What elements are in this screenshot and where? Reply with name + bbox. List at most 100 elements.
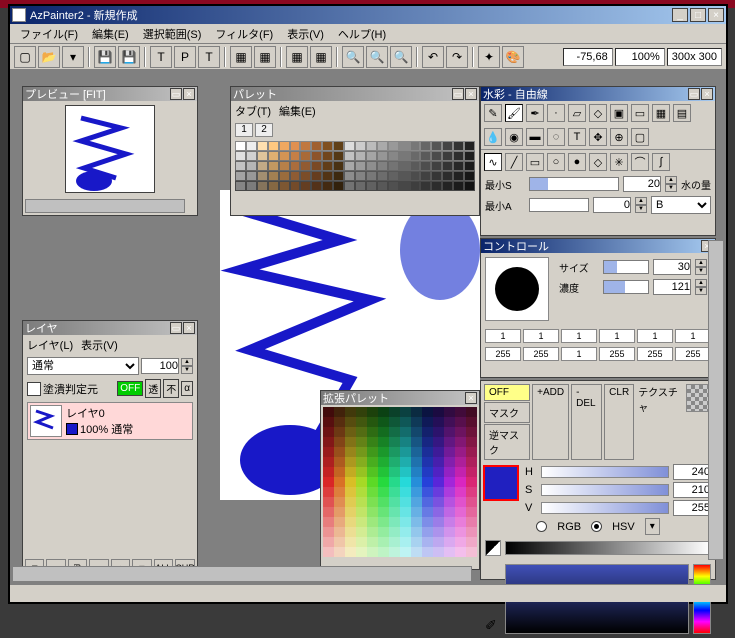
palette-cell[interactable] bbox=[311, 181, 322, 191]
save-icon[interactable]: 💾 bbox=[94, 46, 116, 68]
menu-filter[interactable]: フィルタ(F) bbox=[209, 24, 279, 44]
grid1-icon[interactable]: ▦ bbox=[230, 46, 252, 68]
brush-slot-val[interactable]: 255 bbox=[599, 347, 635, 361]
ext-palette-cell[interactable] bbox=[466, 407, 477, 417]
palette-tab-1[interactable]: 1 bbox=[235, 123, 253, 137]
ext-palette-cell[interactable] bbox=[345, 427, 356, 437]
drop-icon[interactable]: 💧 bbox=[484, 128, 502, 146]
ext-palette-cell[interactable] bbox=[400, 417, 411, 427]
palette-cell[interactable] bbox=[279, 181, 290, 191]
ext-palette-cell[interactable] bbox=[455, 547, 466, 557]
ext-palette-cell[interactable] bbox=[444, 507, 455, 517]
ext-palette-cell[interactable] bbox=[345, 437, 356, 447]
brush-slot-val[interactable]: 255 bbox=[523, 347, 559, 361]
mask-del-button[interactable]: -DEL bbox=[571, 384, 602, 460]
palette-cell[interactable] bbox=[453, 141, 464, 151]
palette-cell[interactable] bbox=[377, 141, 388, 151]
palette-cell[interactable] bbox=[322, 181, 333, 191]
palette-icon[interactable]: 🎨 bbox=[502, 46, 524, 68]
s-slider[interactable] bbox=[541, 484, 669, 496]
bw-swatch[interactable] bbox=[485, 540, 501, 556]
ext-palette-cell[interactable] bbox=[389, 547, 400, 557]
brush-slot[interactable]: 1 bbox=[675, 329, 711, 343]
ext-palette-cell[interactable] bbox=[422, 447, 433, 457]
sel2-icon[interactable]: ▤ bbox=[673, 104, 691, 122]
ext-palette-cell[interactable] bbox=[378, 457, 389, 467]
palette-cell[interactable] bbox=[410, 161, 421, 171]
palette-cell[interactable] bbox=[257, 161, 268, 171]
palette-cell[interactable] bbox=[344, 141, 355, 151]
ext-palette-cell[interactable] bbox=[444, 407, 455, 417]
menu-edit[interactable]: 編集(E) bbox=[86, 24, 135, 44]
ext-palette-cell[interactable] bbox=[389, 417, 400, 427]
ext-palette-cell[interactable] bbox=[378, 447, 389, 457]
ext-palette-cell[interactable] bbox=[345, 537, 356, 547]
open-icon[interactable]: 📂 bbox=[38, 46, 60, 68]
palette-detach-button[interactable]: ▭ bbox=[452, 88, 464, 100]
ext-palette-cell[interactable] bbox=[466, 527, 477, 537]
ext-palette-cell[interactable] bbox=[367, 507, 378, 517]
ext-palette-cell[interactable] bbox=[345, 517, 356, 527]
sel-icon[interactable]: ▦ bbox=[652, 104, 670, 122]
ext-palette-cell[interactable] bbox=[389, 427, 400, 437]
grid2-icon[interactable]: ▦ bbox=[254, 46, 276, 68]
current-color-swatch[interactable] bbox=[483, 465, 519, 501]
palette-cell[interactable] bbox=[399, 181, 410, 191]
menu-view[interactable]: 表示(V) bbox=[281, 24, 330, 44]
opacity-spinner[interactable]: ▲▼ bbox=[181, 358, 193, 374]
palette-cell[interactable] bbox=[246, 171, 257, 181]
ext-palette-cell[interactable] bbox=[433, 427, 444, 437]
ext-palette-cell[interactable] bbox=[367, 457, 378, 467]
palette-cell[interactable] bbox=[442, 151, 453, 161]
palette-cell[interactable] bbox=[420, 141, 431, 151]
menu-select[interactable]: 選択範囲(S) bbox=[137, 24, 208, 44]
ext-palette-cell[interactable] bbox=[367, 407, 378, 417]
ext-palette-cell[interactable] bbox=[367, 497, 378, 507]
ext-palette-cell[interactable] bbox=[345, 447, 356, 457]
rgb-radio[interactable] bbox=[536, 521, 547, 532]
ext-palette-cell[interactable] bbox=[345, 527, 356, 537]
ext-palette-cell[interactable] bbox=[323, 447, 334, 457]
ext-palette-cell[interactable] bbox=[367, 437, 378, 447]
ext-palette-cell[interactable] bbox=[323, 547, 334, 557]
palette-cell[interactable] bbox=[279, 141, 290, 151]
ext-palette-cell[interactable] bbox=[400, 507, 411, 517]
ext-palette-cell[interactable] bbox=[356, 417, 367, 427]
ext-palette-cell[interactable] bbox=[433, 457, 444, 467]
ext-palette-cell[interactable] bbox=[433, 497, 444, 507]
palette-cell[interactable] bbox=[410, 181, 421, 191]
palette-cell[interactable] bbox=[377, 161, 388, 171]
ext-palette-cell[interactable] bbox=[466, 547, 477, 557]
brush-slot[interactable]: 1 bbox=[485, 329, 521, 343]
layer-mode-select[interactable]: 通常 bbox=[27, 357, 139, 375]
palette-cell[interactable] bbox=[300, 181, 311, 191]
trans1-tag[interactable]: 透 bbox=[145, 379, 161, 398]
crop-icon[interactable]: ▢ bbox=[631, 128, 649, 146]
palette-cell[interactable] bbox=[333, 161, 344, 171]
palette-cell[interactable] bbox=[246, 141, 257, 151]
ext-palette-cell[interactable] bbox=[411, 447, 422, 457]
line-icon[interactable]: ╱ bbox=[505, 153, 523, 171]
palette-cell[interactable] bbox=[355, 181, 366, 191]
ext-palette-cell[interactable] bbox=[356, 507, 367, 517]
palette-cell[interactable] bbox=[333, 181, 344, 191]
palette-cell[interactable] bbox=[464, 141, 475, 151]
ext-palette-cell[interactable] bbox=[466, 517, 477, 527]
ext-palette-cell[interactable] bbox=[334, 477, 345, 487]
ext-palette-cell[interactable] bbox=[389, 537, 400, 547]
ext-palette-cell[interactable] bbox=[466, 417, 477, 427]
ext-palette-close-button[interactable]: × bbox=[465, 392, 477, 404]
ext-palette-cell[interactable] bbox=[345, 547, 356, 557]
ext-palette-cell[interactable] bbox=[466, 477, 477, 487]
ext-palette-cell[interactable] bbox=[323, 407, 334, 417]
ext-palette-cell[interactable] bbox=[367, 547, 378, 557]
palette-cell[interactable] bbox=[431, 161, 442, 171]
palette-cell[interactable] bbox=[311, 141, 322, 151]
palette-cell[interactable] bbox=[300, 141, 311, 151]
ext-palette-cell[interactable] bbox=[378, 407, 389, 417]
palette-cell[interactable] bbox=[300, 171, 311, 181]
palette-cell[interactable] bbox=[300, 151, 311, 161]
brush-slot[interactable]: 1 bbox=[561, 329, 597, 343]
palette-cell[interactable] bbox=[333, 151, 344, 161]
layer-opacity-input[interactable] bbox=[141, 358, 179, 374]
